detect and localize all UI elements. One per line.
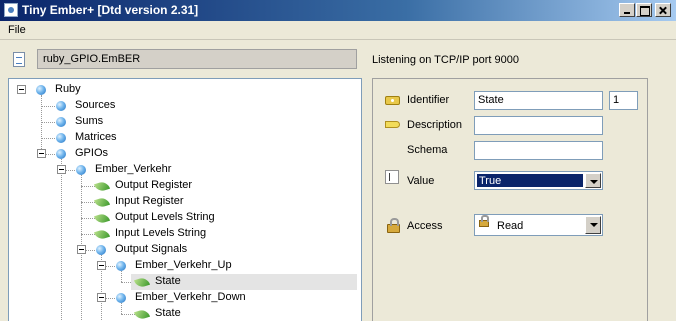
tree-item[interactable]: Output Register (9, 178, 361, 194)
value-dropdown-selected: True (477, 174, 583, 187)
tree-item[interactable]: Sums (9, 114, 361, 130)
tree-item[interactable]: Input Register (9, 194, 361, 210)
parameter-leaf-icon (93, 212, 111, 225)
tree-item-label: Input Levels String (115, 227, 207, 239)
parameter-leaf-icon (93, 180, 111, 193)
access-label: Access (407, 220, 443, 232)
tree-item[interactable]: Ember_Verkehr_Up (9, 258, 361, 274)
minimize-button[interactable] (619, 3, 635, 17)
tree-item[interactable]: Sources (9, 98, 361, 114)
access-lock-icon (387, 218, 400, 233)
tree-item-label: Ember_Verkehr (95, 163, 172, 175)
menu-bar: File (0, 21, 676, 40)
tree-item[interactable]: Output Levels String (9, 210, 361, 226)
tree-item-label: Ruby (55, 83, 81, 95)
maximize-button[interactable] (636, 3, 652, 17)
tree-view[interactable]: Ruby Sources Sums Matrices GPIOs Ember_V… (8, 78, 362, 321)
tree-item-label: State (155, 307, 181, 319)
tree-item[interactable]: State (9, 306, 361, 321)
parameter-leaf-icon (93, 228, 111, 241)
identifier-number-field[interactable]: 1 (609, 91, 638, 110)
description-label: Description (407, 119, 463, 131)
identifier-key-icon (385, 96, 400, 105)
parameter-leaf-icon (93, 196, 111, 209)
tree-item[interactable]: Matrices (9, 130, 361, 146)
tree-item-label: Output Levels String (115, 211, 215, 223)
tree-item[interactable]: Ember_Verkehr (9, 162, 361, 178)
collapse-icon[interactable] (57, 165, 66, 174)
collapse-icon[interactable] (17, 85, 26, 94)
title-bar: Tiny Ember+ [Dtd version 2.31] (0, 0, 676, 21)
value-cursor-icon (385, 170, 399, 184)
collapse-icon[interactable] (77, 245, 86, 254)
node-dot-icon (76, 165, 86, 175)
file-path-field[interactable]: ruby_GPIO.EmBER (37, 49, 357, 69)
tree-item-label: Matrices (75, 131, 117, 143)
value-label: Value (407, 175, 435, 187)
description-tag-icon (385, 121, 400, 128)
parameter-leaf-icon (133, 308, 151, 321)
value-dropdown[interactable]: True (474, 171, 603, 190)
node-dot-icon (116, 293, 126, 303)
identifier-label: Identifier (407, 94, 450, 106)
description-field[interactable] (474, 116, 603, 135)
collapse-icon[interactable] (37, 149, 46, 158)
close-button[interactable] (655, 3, 671, 17)
tree-item-selected[interactable]: State (131, 274, 357, 290)
node-dot-icon (56, 133, 66, 143)
access-dropdown-selected: Read (497, 220, 524, 232)
node-dot-icon (56, 149, 66, 159)
node-dot-icon (56, 117, 66, 127)
parameter-leaf-icon (133, 276, 151, 289)
menu-file[interactable]: File (8, 24, 26, 36)
tree-item-label: Input Register (115, 195, 184, 207)
chevron-down-icon[interactable] (585, 216, 601, 234)
tree-item[interactable]: GPIOs (9, 146, 361, 162)
identifier-field[interactable]: State (474, 91, 603, 110)
node-dot-icon (116, 261, 126, 271)
node-dot-icon (36, 85, 46, 95)
tree-item[interactable]: Output Signals (9, 242, 361, 258)
chevron-down-icon[interactable] (585, 173, 601, 188)
lock-icon (479, 215, 489, 227)
tree-item[interactable]: Ember_Verkehr_Down (9, 290, 361, 306)
tree-item-label: Ember_Verkehr_Down (135, 291, 246, 303)
access-dropdown[interactable]: Read (474, 214, 603, 236)
collapse-icon[interactable] (97, 261, 106, 270)
tree-item[interactable]: Input Levels String (9, 226, 361, 242)
tree-item-label: Output Signals (115, 243, 188, 255)
schema-label: Schema (407, 144, 448, 156)
tree-item[interactable]: Ruby (9, 82, 361, 98)
property-panel: Identifier State 1 Description Schema Va… (372, 78, 648, 321)
window-title: Tiny Ember+ [Dtd version 2.31] (22, 3, 199, 17)
tree-item-label: Output Register (115, 179, 193, 191)
tree-item-label: State (155, 275, 181, 287)
collapse-icon[interactable] (97, 293, 106, 302)
app-icon[interactable] (4, 3, 18, 17)
listening-status: Listening on TCP/IP port 9000 (372, 54, 519, 66)
tree-item-label: Sums (75, 115, 104, 127)
tree-item-label: GPIOs (75, 147, 109, 159)
node-dot-icon (96, 245, 106, 255)
node-dot-icon (56, 101, 66, 111)
document-icon (13, 52, 25, 67)
tree-item-label: Sources (75, 99, 116, 111)
schema-field[interactable] (474, 141, 603, 160)
tree-item-label: Ember_Verkehr_Up (135, 259, 232, 271)
